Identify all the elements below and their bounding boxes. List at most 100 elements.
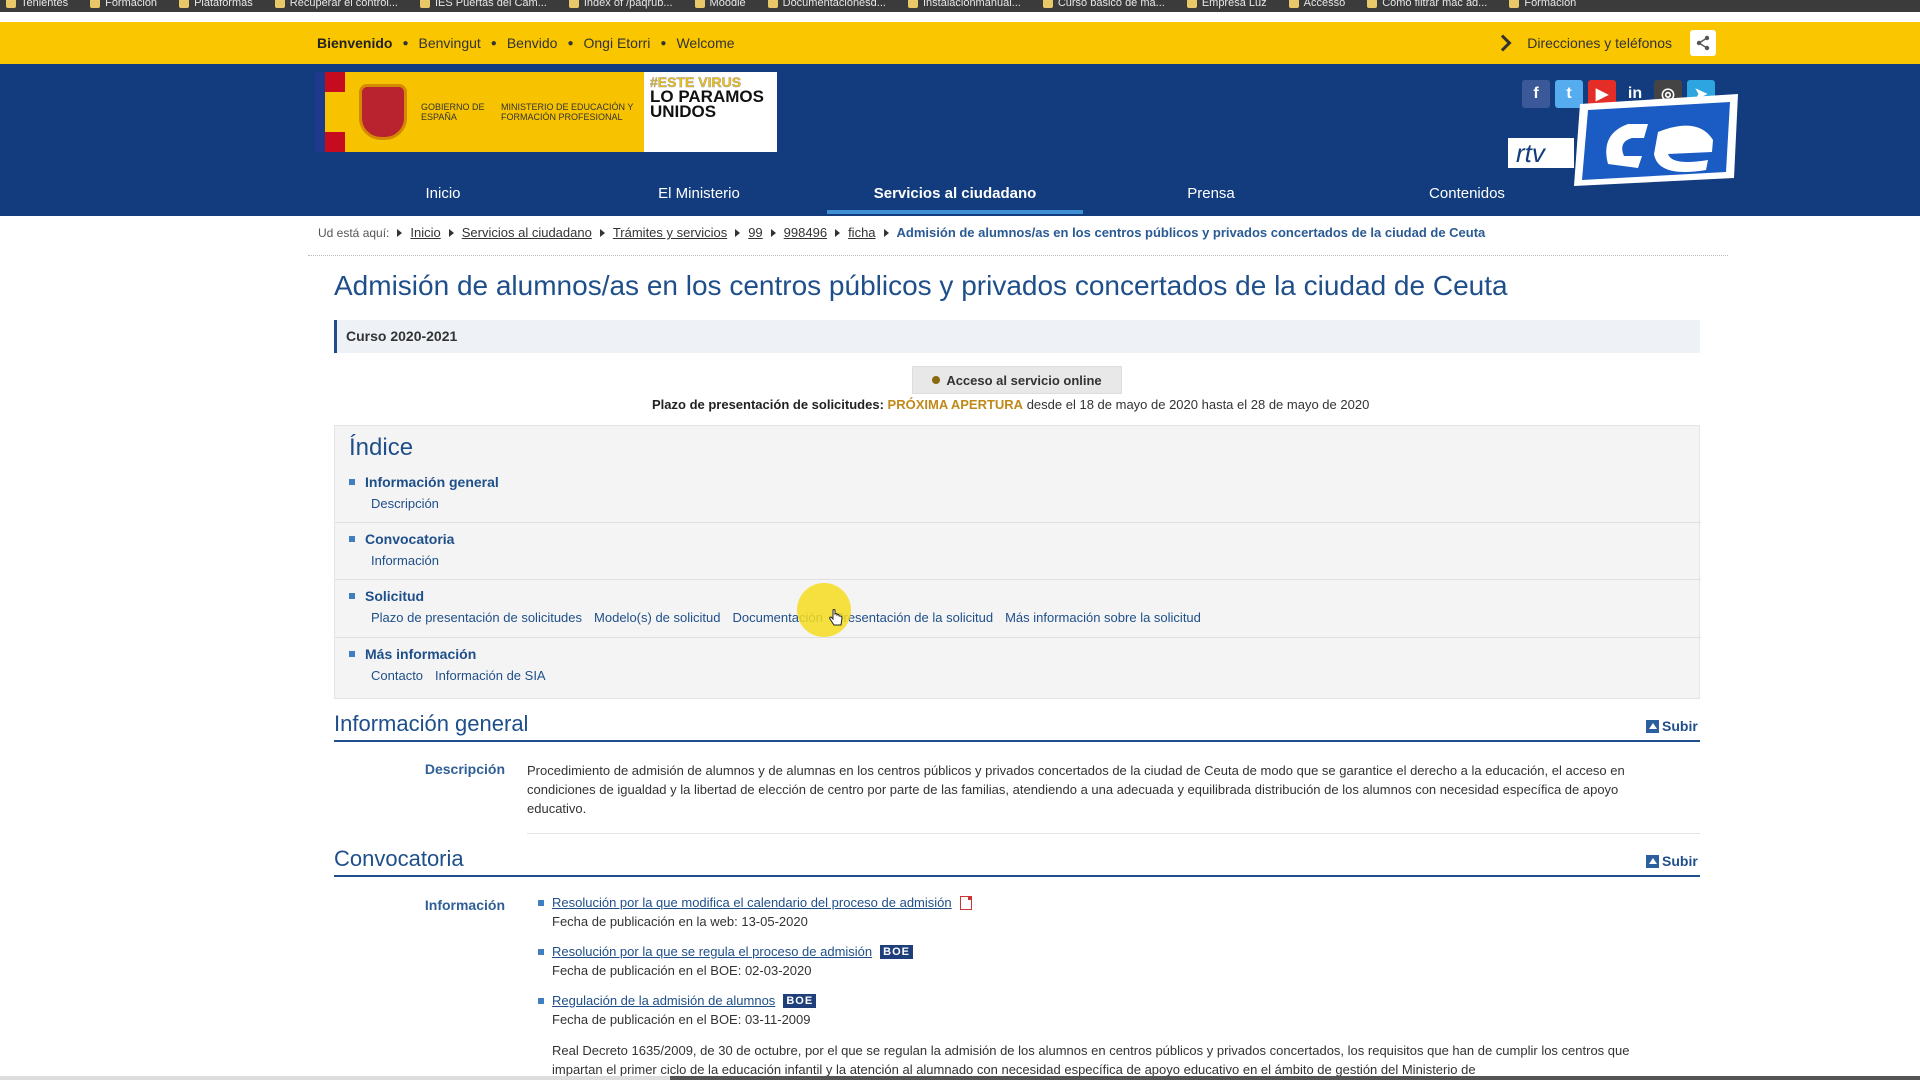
bookmark-item[interactable]: Documentacionesd... <box>767 0 886 9</box>
bookmark-folder-icon <box>90 0 101 8</box>
decree-text: Real Decreto 1635/2009, de 30 de octubre… <box>552 1043 1630 1077</box>
square-bullet-icon <box>538 997 544 1004</box>
index-link[interactable]: Contacto <box>371 668 423 683</box>
lang-benvido[interactable]: Benvido <box>507 35 558 51</box>
breadcrumb-link[interactable]: Inicio <box>410 225 440 240</box>
publication-date: Fecha de publicación en el BOE: 03-11-20… <box>552 1012 811 1027</box>
language-list: Bienvenido ● Benvingut ● Benvido ● Ongi Eto… <box>317 22 745 64</box>
coat-of-arms-icon <box>359 84 407 140</box>
breadcrumb-link[interactable]: 99 <box>748 225 762 240</box>
video-progress-bar <box>0 1076 1920 1080</box>
bookmark-item[interactable]: Plataformas <box>179 0 253 9</box>
nav-servicios-ciudadano[interactable]: Servicios al ciudadano <box>827 174 1083 216</box>
bookmark-label: Empresa Luz <box>1201 0 1267 9</box>
breadcrumb-link[interactable]: Servicios al ciudadano <box>462 225 592 240</box>
breadcrumb-lead: Ud está aquí: <box>318 225 390 240</box>
document-link[interactable]: Resolución por la que se regula el proce… <box>552 944 872 959</box>
index-group-title[interactable]: Información general <box>365 474 499 490</box>
document-link[interactable]: Resolución por la que modifica el calend… <box>552 895 952 910</box>
nav-el-ministerio[interactable]: El Ministerio <box>571 174 827 216</box>
main-nav: Inicio El Ministerio Servicios al ciudad… <box>315 174 1595 216</box>
government-text: Gobierno de España <box>421 102 485 122</box>
pdf-icon <box>959 895 972 910</box>
back-to-top-label: Subir <box>1662 718 1698 734</box>
section-title-convocatoria: Convocatoria <box>334 846 464 871</box>
government-logo: Gobierno de España Ministerio de Educaci… <box>315 72 644 152</box>
description-label: Descripción <box>424 761 505 777</box>
breadcrumb-arrow-icon <box>835 228 841 237</box>
breadcrumb-arrow-icon <box>770 228 776 237</box>
index-link[interactable]: Plazo de presentación de solicitudes <box>371 610 582 625</box>
lang-separator: ● <box>660 37 667 49</box>
bookmark-item[interactable]: Moodle <box>694 0 746 9</box>
bookmark-item[interactable]: Accesso <box>1288 0 1345 9</box>
index-group-title[interactable]: Más información <box>365 646 476 662</box>
share-button[interactable] <box>1690 30 1716 56</box>
list-item: Resolución por la que se regula el proce… <box>538 944 913 978</box>
bookmark-item[interactable]: Formación <box>1509 0 1576 9</box>
bookmark-item[interactable]: Como filtrar mac ad... <box>1367 0 1487 9</box>
index-link[interactable]: Información de SIA <box>435 668 546 683</box>
breadcrumb-arrow-icon <box>448 228 454 237</box>
bookmark-item[interactable]: Formación <box>90 0 157 9</box>
bookmark-item[interactable]: IES Puertas del Cam... <box>419 0 547 9</box>
bookmark-item[interactable]: Recuperar el control... <box>274 0 398 9</box>
rtv-logo: rtv <box>1508 94 1738 186</box>
bookmark-item[interactable]: Empresa Luz <box>1186 0 1267 9</box>
chevron-right-icon <box>1494 34 1512 52</box>
nav-prensa[interactable]: Prensa <box>1083 174 1339 216</box>
breadcrumb-link[interactable]: 998496 <box>784 225 827 240</box>
back-to-top-label: Subir <box>1662 853 1698 869</box>
lang-separator: ● <box>402 37 409 49</box>
online-service-button[interactable]: Acceso al servicio online <box>912 366 1122 394</box>
index-link[interactable]: Información <box>371 553 439 568</box>
document-link[interactable]: Regulación de la admisión de alumnos <box>552 993 775 1008</box>
breadcrumb-arrow-icon <box>397 228 403 237</box>
index-divider <box>335 637 1701 638</box>
lang-bienvenido[interactable]: Bienvenido <box>317 35 392 51</box>
online-service-label: Acceso al servicio online <box>946 372 1102 388</box>
lang-ongi-etorri[interactable]: Ongi Etorri <box>583 35 650 51</box>
breadcrumb: Ud está aquí: Inicio Servicios al ciudad… <box>318 225 1485 240</box>
ministry-logo[interactable]: Gobierno de España Ministerio de Educaci… <box>315 72 777 152</box>
contact-link[interactable]: Direcciones y teléfonos <box>1494 22 1716 64</box>
breadcrumb-link[interactable]: ficha <box>848 225 875 240</box>
bookmark-label: Formación <box>105 0 158 9</box>
nav-contenidos[interactable]: Contenidos <box>1339 174 1595 216</box>
square-bullet-icon <box>349 479 355 485</box>
index-link[interactable]: Más información sobre la solicitud <box>1005 610 1201 625</box>
index-link[interactable]: Descripción <box>371 496 439 511</box>
index-group-title[interactable]: Convocatoria <box>365 531 454 547</box>
breadcrumb-link[interactable]: Trámites y servicios <box>613 225 727 240</box>
bookmark-item[interactable]: Curso básico de ma... <box>1042 0 1165 9</box>
bookmark-item[interactable]: Instalacionmanual... <box>907 0 1021 9</box>
bookmark-folder-icon <box>907 0 918 8</box>
back-to-top-link[interactable]: Subir <box>1646 853 1698 869</box>
deadline-status: PRÓXIMA APERTURA <box>887 397 1024 412</box>
bookmark-folder-icon <box>179 0 190 8</box>
site-header: Gobierno de España Ministerio de Educaci… <box>0 64 1920 216</box>
bookmark-item[interactable]: Tenientes <box>6 0 68 9</box>
nav-inicio[interactable]: Inicio <box>315 174 571 216</box>
publication-date: Fecha de publicación en el BOE: 02-03-20… <box>552 963 812 978</box>
lang-welcome[interactable]: Welcome <box>676 35 734 51</box>
bookmark-label: Formación <box>1524 0 1577 9</box>
section-underline <box>334 740 1700 742</box>
bookmark-folder-icon <box>1367 0 1378 8</box>
lang-benvingut[interactable]: Benvingut <box>419 35 481 51</box>
boe-badge[interactable]: BOE <box>783 993 817 1008</box>
boe-badge[interactable]: BOE <box>880 944 913 959</box>
index-link[interactable]: Modelo(s) de solicitud <box>594 610 720 625</box>
index-divider <box>335 579 1701 580</box>
back-to-top-link[interactable]: Subir <box>1646 718 1698 734</box>
campaign-slogan: LO PARAMOS UNIDOS <box>650 87 764 121</box>
list-item: Regulación de la admisión de alumnos BOE … <box>538 993 817 1027</box>
index-group-solicitud: Solicitud Plazo de presentación de solic… <box>349 588 1685 625</box>
flag-icon <box>315 72 345 152</box>
index-group-title[interactable]: Solicitud <box>365 588 424 604</box>
index-link[interactable]: Presentación de la solicitud <box>835 610 993 625</box>
bookmark-folder-icon <box>694 0 705 8</box>
svg-text:rtv: rtv <box>1516 138 1547 168</box>
bookmark-item[interactable]: Index of /paqrub... <box>568 0 673 9</box>
bookmark-label: IES Puertas del Cam... <box>434 0 547 9</box>
